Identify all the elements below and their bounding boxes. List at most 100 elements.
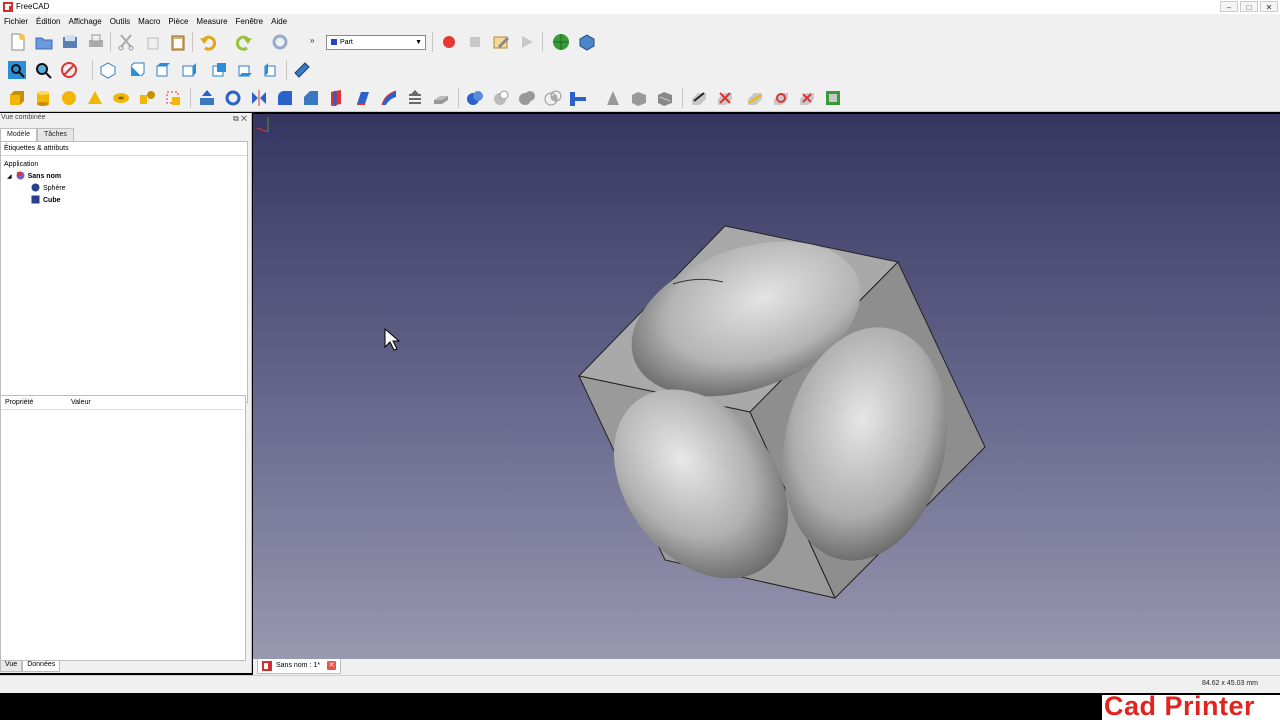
defeaturing-icon[interactable] bbox=[656, 89, 674, 107]
boolean-icon[interactable] bbox=[466, 89, 484, 107]
workbench-select[interactable]: Part ▼ bbox=[326, 35, 426, 50]
3d-viewport[interactable] bbox=[253, 114, 1280, 659]
tree-item-cube[interactable]: Cube bbox=[31, 195, 61, 207]
measure-icon[interactable] bbox=[293, 61, 311, 79]
measure-toggle-3d-icon[interactable] bbox=[824, 89, 842, 107]
revolve-icon[interactable] bbox=[224, 89, 242, 107]
tree-header: Étiquettes & attributs bbox=[1, 142, 247, 156]
title-bar: FreeCAD – □ ✕ bbox=[0, 0, 1280, 14]
edit-macro-icon[interactable] bbox=[492, 33, 510, 51]
refresh-icon[interactable] bbox=[271, 33, 289, 51]
cylinder-icon[interactable] bbox=[34, 89, 52, 107]
view-top-icon[interactable] bbox=[154, 61, 172, 79]
ruled-surface-icon[interactable] bbox=[328, 89, 346, 107]
close-window-button[interactable]: ✕ bbox=[1260, 1, 1278, 12]
loft-icon[interactable] bbox=[354, 89, 372, 107]
draw-style-icon[interactable] bbox=[60, 61, 78, 79]
cone-icon[interactable] bbox=[86, 89, 104, 107]
menu-fichier[interactable]: Fichier bbox=[0, 17, 32, 26]
workbench-value: Part bbox=[340, 39, 353, 46]
view-front-icon[interactable] bbox=[128, 61, 146, 79]
menu-piece[interactable]: Pièce bbox=[164, 17, 192, 26]
compound-icon[interactable] bbox=[604, 89, 622, 107]
shape-builder-icon[interactable] bbox=[164, 89, 182, 107]
fit-selection-icon[interactable] bbox=[34, 61, 52, 79]
fuse-icon[interactable] bbox=[518, 89, 536, 107]
part-icon bbox=[331, 39, 337, 45]
view-bottom-icon[interactable] bbox=[236, 61, 254, 79]
new-icon[interactable] bbox=[9, 33, 27, 51]
sweep-icon[interactable] bbox=[380, 89, 398, 107]
measure-angular-icon[interactable] bbox=[746, 89, 764, 107]
column-propriete[interactable]: Propriété bbox=[5, 396, 33, 410]
measure-clear-icon[interactable] bbox=[798, 89, 816, 107]
toolbar-separator bbox=[286, 60, 287, 80]
minimize-button[interactable]: – bbox=[1220, 1, 1238, 12]
sphere-icon[interactable] bbox=[60, 89, 78, 107]
web-icon[interactable] bbox=[552, 33, 570, 51]
freecad-doc-icon bbox=[262, 661, 272, 671]
part-toolbar bbox=[0, 84, 1280, 112]
float-icon[interactable]: ⧉ bbox=[233, 114, 239, 123]
stop-macro-icon[interactable] bbox=[466, 33, 484, 51]
tab-modele[interactable]: Modèle bbox=[0, 128, 37, 141]
view-right-icon[interactable] bbox=[180, 61, 198, 79]
menu-edition[interactable]: Édition bbox=[32, 17, 64, 26]
tree-root[interactable]: Application bbox=[4, 159, 38, 171]
close-tab-icon[interactable]: ✕ bbox=[327, 661, 336, 670]
toolbar-separator bbox=[432, 32, 433, 52]
tab-vue[interactable]: Vue bbox=[0, 661, 23, 672]
mirror-icon[interactable] bbox=[250, 89, 268, 107]
menu-macro[interactable]: Macro bbox=[134, 17, 164, 26]
shape-check-icon[interactable] bbox=[630, 89, 648, 107]
toolbar-separator bbox=[682, 88, 683, 108]
open-icon[interactable] bbox=[35, 33, 53, 51]
cut-icon[interactable] bbox=[492, 89, 510, 107]
tree-item-sphere[interactable]: Sphère bbox=[31, 183, 66, 195]
view-isometric-icon[interactable] bbox=[99, 61, 117, 79]
combo-view: Vue combinée ⧉ ✕ Modèle Tâches Étiquette… bbox=[0, 113, 252, 673]
box-icon[interactable] bbox=[8, 89, 26, 107]
document-tab[interactable]: Sans nom : 1* ✕ bbox=[257, 659, 341, 674]
maximize-button[interactable]: □ bbox=[1240, 1, 1258, 12]
tree-document[interactable]: ◢ Sans nom bbox=[7, 171, 61, 183]
copy-icon[interactable] bbox=[143, 33, 161, 51]
measure-linear-icon[interactable] bbox=[716, 89, 734, 107]
measure-refresh-icon[interactable] bbox=[772, 89, 790, 107]
menu-fenetre[interactable]: Fenêtre bbox=[232, 17, 268, 26]
common-icon[interactable] bbox=[544, 89, 562, 107]
fillet-icon[interactable] bbox=[276, 89, 294, 107]
close-icon[interactable]: ✕ bbox=[241, 114, 247, 123]
primitives-icon[interactable] bbox=[138, 89, 156, 107]
cut-icon[interactable] bbox=[117, 33, 135, 51]
menu-aide[interactable]: Aide bbox=[267, 17, 291, 26]
part-design-icon[interactable] bbox=[578, 33, 596, 51]
section-icon[interactable] bbox=[406, 89, 424, 107]
join-icon[interactable] bbox=[570, 89, 588, 107]
extrude-icon[interactable] bbox=[198, 89, 216, 107]
view-rear-icon[interactable] bbox=[210, 61, 228, 79]
expand-icon[interactable]: ◢ bbox=[7, 174, 12, 180]
print-icon[interactable] bbox=[87, 33, 105, 51]
tab-donnees[interactable]: Données bbox=[22, 661, 61, 672]
view-left-icon[interactable] bbox=[262, 61, 280, 79]
menu-bar: Fichier Édition Affichage Outils Macro P… bbox=[0, 14, 1280, 28]
menu-affichage[interactable]: Affichage bbox=[64, 17, 105, 26]
torus-icon[interactable] bbox=[112, 89, 130, 107]
cross-section-icon[interactable] bbox=[690, 89, 708, 107]
paste-icon[interactable] bbox=[169, 33, 187, 51]
more-chevron[interactable]: » bbox=[310, 36, 314, 45]
column-valeur[interactable]: Valeur bbox=[71, 396, 91, 410]
run-macro-icon[interactable] bbox=[518, 33, 536, 51]
offset-icon[interactable] bbox=[432, 89, 450, 107]
save-icon[interactable] bbox=[61, 33, 79, 51]
menu-outils[interactable]: Outils bbox=[106, 17, 134, 26]
chamfer-icon[interactable] bbox=[302, 89, 320, 107]
tab-taches[interactable]: Tâches bbox=[36, 128, 74, 141]
cube-model[interactable] bbox=[578, 213, 986, 613]
undo-icon[interactable] bbox=[199, 33, 217, 51]
fit-all-icon[interactable] bbox=[8, 61, 26, 79]
record-macro-icon[interactable] bbox=[440, 33, 458, 51]
redo-icon[interactable] bbox=[235, 33, 253, 51]
menu-measure[interactable]: Measure bbox=[192, 17, 231, 26]
